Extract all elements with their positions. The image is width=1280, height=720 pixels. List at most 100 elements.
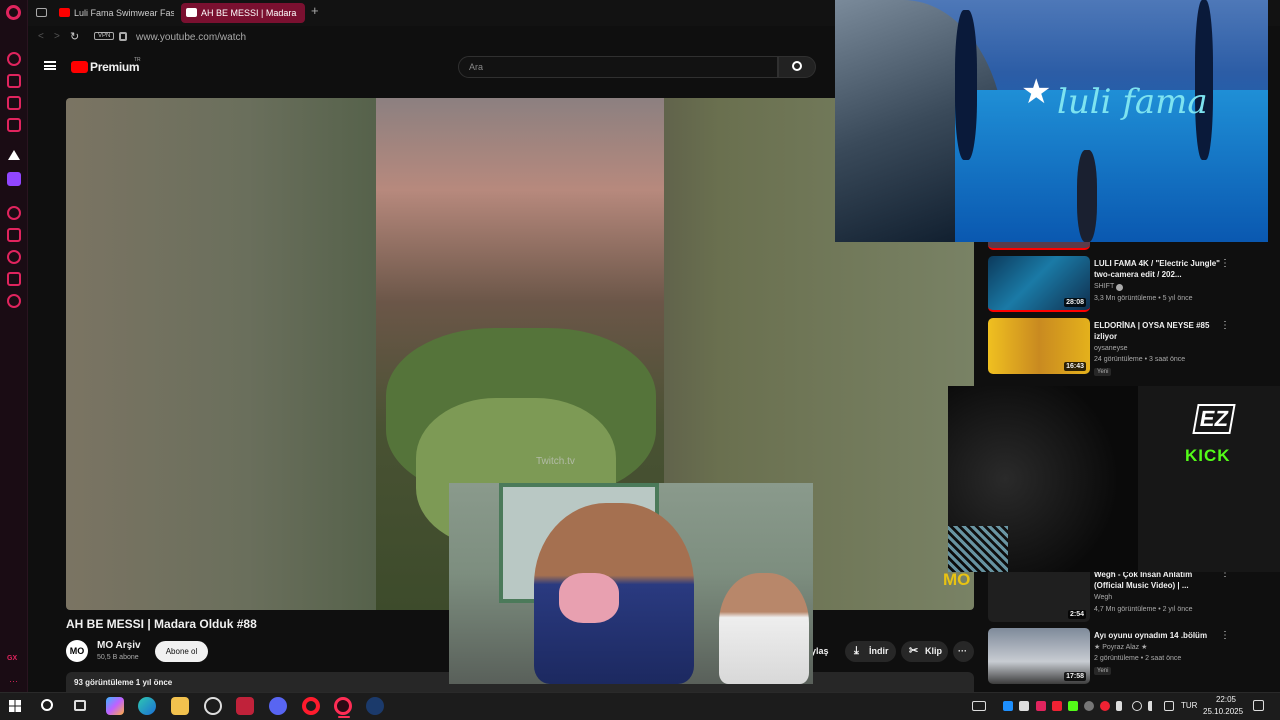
tab-manager-icon[interactable] (36, 8, 47, 17)
channel-watermark[interactable]: MO (943, 570, 970, 590)
tab-luli-fama[interactable]: Luli Fama Swimwear Fash (54, 3, 174, 23)
new-badge: Yeni (1094, 368, 1112, 376)
led-strip (948, 526, 1008, 572)
tray-app-icon[interactable] (1068, 701, 1078, 711)
wallet-icon[interactable] (7, 96, 21, 110)
luli-fama-logo: luli fama (1057, 82, 1208, 122)
twitch-icon[interactable] (7, 172, 21, 186)
app-icon[interactable] (204, 697, 222, 715)
youtube-logo-icon[interactable] (71, 61, 88, 73)
vpn-badge[interactable]: VPN (94, 32, 115, 40)
clip-label: Klip (925, 646, 942, 656)
cube-icon[interactable] (7, 272, 21, 286)
history-icon[interactable] (7, 52, 21, 66)
start-button[interactable] (9, 700, 21, 712)
more-vert-icon[interactable]: ⋮ (1220, 320, 1230, 331)
download-button[interactable]: ⤓ İndir (845, 641, 896, 662)
menu-icon[interactable] (44, 61, 56, 70)
subscriber-count: 50,5 B abone (97, 654, 139, 661)
tray-app-icon[interactable] (1100, 701, 1110, 711)
language-indicator[interactable]: TUR (1181, 701, 1197, 710)
reload-icon[interactable]: ↻ (70, 30, 79, 43)
rec-meta: 3,3 Mn görüntüleme • 5 yıl önce (1094, 295, 1193, 302)
edge-icon[interactable] (138, 697, 156, 715)
youtube-favicon-icon (186, 8, 197, 17)
clock-time[interactable]: 22:05 (1212, 695, 1240, 704)
opera-gx-icon[interactable] (334, 697, 352, 715)
tray-app-icon[interactable] (1003, 701, 1013, 711)
thumbnail: 28:08 (988, 256, 1090, 312)
media-app-icon[interactable] (236, 697, 254, 715)
verified-icon (1116, 284, 1123, 291)
tab-label: AH BE MESSI | Madara (201, 8, 297, 18)
kick-neon-sign: KICK (1185, 446, 1231, 465)
recommendation-item[interactable]: 28:08 LULI FAMA 4K / "Electric Jungle" t… (988, 256, 1268, 318)
arrow-icon[interactable] (8, 150, 20, 160)
search-button[interactable] (778, 56, 816, 78)
recommendation-item[interactable]: 17:58 Ayı oyunu oynadım 14 .bölüm ★ Poyr… (988, 628, 1268, 690)
more-vert-icon[interactable]: ⋮ (1220, 258, 1230, 269)
bell-icon[interactable] (7, 228, 21, 242)
duration: 2:54 (1067, 610, 1086, 619)
clock-icon[interactable] (7, 250, 21, 264)
thumbnail: 17:58 (988, 628, 1090, 684)
aria-icon[interactable] (7, 74, 21, 88)
rec-channel: oysaneyse (1094, 345, 1128, 352)
rec-meta: 2 görüntüleme • 2 saat önce (1094, 655, 1182, 662)
opera-logo-icon[interactable] (6, 5, 21, 20)
search-input[interactable]: Ara (458, 56, 778, 78)
url-field[interactable]: www.youtube.com/watch (136, 32, 246, 43)
gx-label[interactable]: GX (7, 655, 17, 662)
copilot-icon[interactable] (106, 697, 124, 715)
channel-avatar[interactable]: MO (66, 640, 88, 662)
task-view-icon[interactable] (74, 700, 86, 711)
country-code: TR (134, 57, 141, 63)
stream-caption: Twitch.tv (536, 456, 575, 467)
search-icon (792, 61, 802, 71)
back-icon[interactable]: < (38, 31, 44, 42)
star-logo-icon: ★ (1021, 73, 1052, 111)
more-dots-icon[interactable]: ··· (9, 676, 18, 686)
channel-name[interactable]: MO Arşiv (97, 640, 141, 651)
discord-icon[interactable] (269, 697, 287, 715)
partial-rec-thumb[interactable]: 24:32 (988, 238, 1090, 250)
tray-app-icon[interactable] (1084, 701, 1094, 711)
duration: 17:58 (1064, 672, 1086, 681)
recommendation-item[interactable]: 2:54 Wegh - Çok İnsan Anlatım (Official … (988, 566, 1268, 628)
network-icon[interactable] (1164, 701, 1174, 711)
tray-app-icon[interactable] (1019, 701, 1029, 711)
clip-button[interactable]: ✂ Klip (901, 641, 948, 662)
clock-date[interactable]: 25.10.2025 (1203, 707, 1243, 716)
diver-figure (1195, 0, 1213, 160)
speaker-icon[interactable] (1148, 701, 1158, 711)
download-icon: ⤓ (854, 645, 859, 657)
notifications-icon[interactable] (1253, 700, 1264, 711)
more-actions-button[interactable]: ··· (953, 641, 974, 662)
microphone-icon[interactable] (1116, 701, 1122, 711)
forward-icon[interactable]: > (54, 31, 60, 42)
rec-channel: SHIFT (1094, 283, 1115, 290)
rec-meta: 24 görüntüleme • 3 saat önce (1094, 356, 1186, 363)
gmail-icon[interactable] (7, 118, 21, 132)
new-tab-button[interactable]: + (311, 3, 319, 18)
recommendation-item[interactable]: 16:43 ELDORİNA | OYSA NEYSE #85 izliyor … (988, 318, 1268, 380)
tray-app-icon[interactable] (1132, 701, 1142, 711)
video-title: AH BE MESSI | Madara Olduk #88 (66, 617, 257, 631)
towel (559, 573, 619, 623)
more-vert-icon[interactable]: ⋮ (1220, 630, 1230, 641)
play-icon[interactable] (7, 206, 21, 220)
keyboard-icon[interactable] (972, 701, 986, 711)
tab-ah-be-messi[interactable]: AH BE MESSI | Madara (181, 3, 305, 23)
opera-icon[interactable] (302, 697, 320, 715)
subscribe-button[interactable]: Abone ol (155, 641, 208, 662)
settings-icon[interactable] (7, 294, 21, 308)
tray-app-icon[interactable] (1036, 701, 1046, 711)
steam-icon[interactable] (366, 697, 384, 715)
tray-app-icon[interactable] (1052, 701, 1062, 711)
thumbnail: 2:54 (988, 566, 1090, 622)
rec-title: Ayı oyunu oynadım 14 .bölüm (1094, 631, 1208, 640)
premium-logo[interactable]: Premium (90, 60, 140, 74)
new-badge: Yeni (1094, 667, 1112, 675)
explorer-icon[interactable] (171, 697, 189, 715)
search-taskbar-icon[interactable] (41, 699, 53, 711)
